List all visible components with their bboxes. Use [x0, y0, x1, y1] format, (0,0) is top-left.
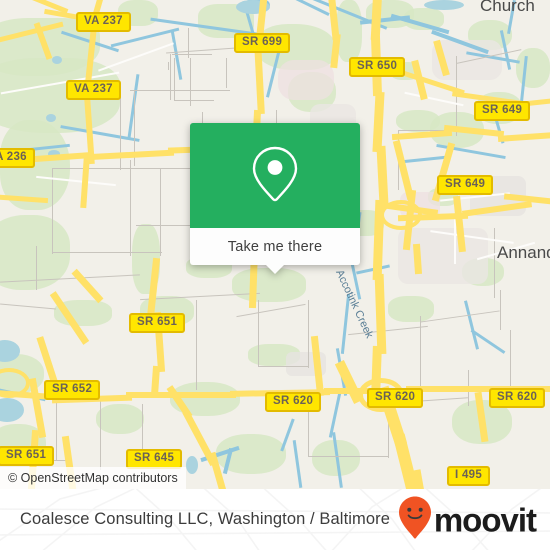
road-shield-sr-620-east: SR 620 [489, 388, 546, 408]
moovit-brand[interactable]: moovit [398, 495, 537, 544]
footer-content: Coalesce Consulting LLC, Washington / Ba… [0, 489, 550, 550]
road-shield-sr-649-mid: SR 649 [437, 175, 494, 195]
map-canvas[interactable]: Accotink Creek Church Annandale VA 237 S… [0, 0, 550, 489]
road-shield-sr-651-south: SR 651 [0, 446, 55, 466]
moovit-wordmark: moovit [433, 501, 537, 538]
screenshot-root: Accotink Creek Church Annandale VA 237 S… [0, 0, 550, 550]
road-shield-sr-645: SR 645 [126, 449, 183, 469]
road-shield-va-237-south: VA 237 [66, 80, 121, 100]
road-shield-sr-620-mid: SR 620 [367, 388, 424, 408]
attribution-text: © OpenStreetMap contributors [8, 471, 178, 485]
road-shield-sr-650: SR 650 [349, 57, 406, 77]
popup-icon-area [190, 123, 360, 228]
footer-title: Coalesce Consulting LLC, Washington / Ba… [20, 510, 391, 528]
road-shield-va-237-north: VA 237 [76, 12, 131, 32]
moovit-smiley-pin-icon [398, 495, 432, 544]
map-attribution[interactable]: © OpenStreetMap contributors [0, 467, 186, 489]
take-me-there-text: Take me there [227, 238, 323, 255]
road-shield-sr-652: SR 652 [44, 380, 101, 400]
road-shield-va-236: VA 236 [0, 148, 35, 168]
popup-action-label[interactable]: Take me there [190, 228, 360, 265]
road-shield-i-495: I 495 [447, 466, 491, 486]
road-shield-sr-699: SR 699 [234, 33, 291, 53]
footer-bar: Coalesce Consulting LLC, Washington / Ba… [0, 489, 550, 550]
popup-pointer-tail [266, 265, 284, 274]
map-pin-icon [249, 142, 301, 209]
map-popup-card[interactable]: Take me there [190, 123, 360, 274]
road-shield-sr-651-mid: SR 651 [129, 313, 186, 333]
road-shield-sr-620-west: SR 620 [265, 392, 322, 412]
road-shield-sr-649-north: SR 649 [474, 101, 531, 121]
